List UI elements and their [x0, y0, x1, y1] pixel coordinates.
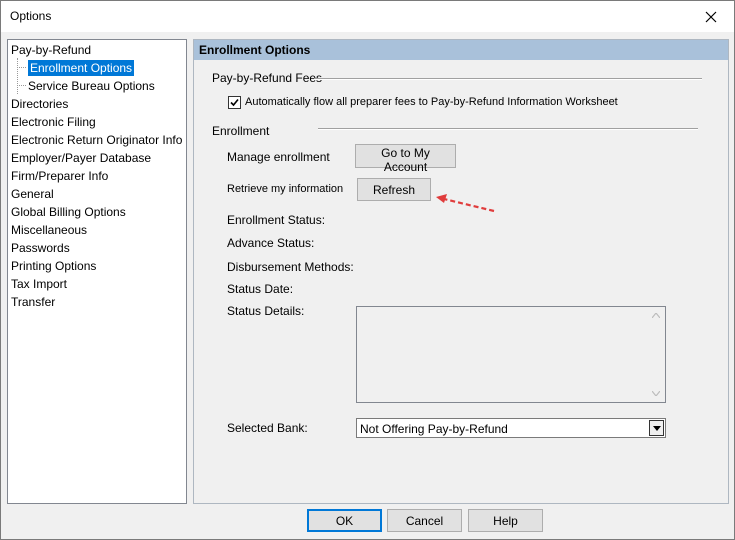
status-details-scrollbar[interactable]	[648, 307, 665, 402]
tree-connector	[17, 58, 18, 94]
chevron-down-icon	[653, 426, 661, 431]
fees-group-separator	[314, 78, 702, 80]
close-button[interactable]	[688, 1, 734, 32]
options-tree[interactable]: Pay-by-Refund Enrollment Options Service…	[7, 39, 187, 504]
tree-item-employer-payer-database[interactable]: Employer/Payer Database	[11, 150, 151, 166]
selected-bank-label: Selected Bank:	[227, 421, 308, 435]
selected-bank-combobox[interactable]: Not Offering Pay-by-Refund	[356, 418, 666, 438]
enrollment-options-panel: Enrollment Options Pay-by-Refund Fees Au…	[193, 39, 729, 504]
tree-connector	[17, 67, 26, 68]
combobox-dropdown-button[interactable]	[649, 420, 664, 436]
panel-title: Enrollment Options	[199, 43, 311, 57]
panel-header: Enrollment Options	[194, 40, 728, 60]
auto-flow-label[interactable]: Automatically flow all preparer fees to …	[245, 96, 618, 108]
enrollment-group-label: Enrollment	[212, 124, 270, 138]
tree-item-directories[interactable]: Directories	[11, 96, 68, 112]
tree-item-electronic-filing[interactable]: Electronic Filing	[11, 114, 96, 130]
refresh-button[interactable]: Refresh	[357, 178, 431, 201]
options-dialog: Options Pay-by-Refund Enrollment Options…	[0, 0, 735, 540]
go-to-my-account-button[interactable]: Go to My Account	[355, 144, 456, 174]
enrollment-status-label: Enrollment Status:	[227, 213, 326, 227]
tree-item-service-bureau-options[interactable]: Service Bureau Options	[28, 78, 155, 94]
help-button[interactable]: Help	[468, 509, 543, 532]
auto-flow-checkbox[interactable]	[228, 96, 241, 109]
tree-item-ero-info[interactable]: Electronic Return Originator Info	[11, 132, 182, 148]
status-details-textarea[interactable]	[356, 306, 666, 403]
tree-item-miscellaneous[interactable]: Miscellaneous	[11, 222, 87, 238]
status-details-label: Status Details:	[227, 304, 305, 318]
tree-item-global-billing-options[interactable]: Global Billing Options	[11, 204, 126, 220]
tree-item-passwords[interactable]: Passwords	[11, 240, 70, 256]
scroll-down-icon	[652, 391, 660, 396]
manage-enrollment-label: Manage enrollment	[227, 150, 330, 164]
checkmark-icon	[230, 98, 239, 107]
selected-bank-value: Not Offering Pay-by-Refund	[360, 422, 508, 436]
advance-status-label: Advance Status:	[227, 236, 315, 250]
tree-item-transfer[interactable]: Transfer	[11, 294, 55, 310]
tree-item-enrollment-options[interactable]: Enrollment Options	[28, 60, 135, 76]
window-title: Options	[10, 9, 52, 23]
status-date-label: Status Date:	[227, 282, 294, 296]
scroll-up-icon	[652, 313, 660, 318]
tree-item-general[interactable]: General	[11, 186, 54, 202]
title-bar: Options	[1, 1, 734, 32]
annotation-arrow-icon	[436, 194, 495, 213]
retrieve-info-label: Retrieve my information	[227, 183, 344, 195]
tree-item-tax-import[interactable]: Tax Import	[11, 276, 67, 292]
enrollment-group-separator	[318, 128, 698, 130]
close-icon	[705, 11, 717, 22]
tree-item-printing-options[interactable]: Printing Options	[11, 258, 96, 274]
tree-item-pay-by-refund[interactable]: Pay-by-Refund	[11, 42, 91, 58]
tree-item-firm-preparer-info[interactable]: Firm/Preparer Info	[11, 168, 108, 184]
fees-group-label: Pay-by-Refund Fees	[212, 71, 323, 85]
disbursement-methods-label: Disbursement Methods:	[227, 260, 354, 274]
ok-button[interactable]: OK	[307, 509, 382, 532]
tree-connector	[17, 85, 26, 86]
cancel-button[interactable]: Cancel	[387, 509, 462, 532]
